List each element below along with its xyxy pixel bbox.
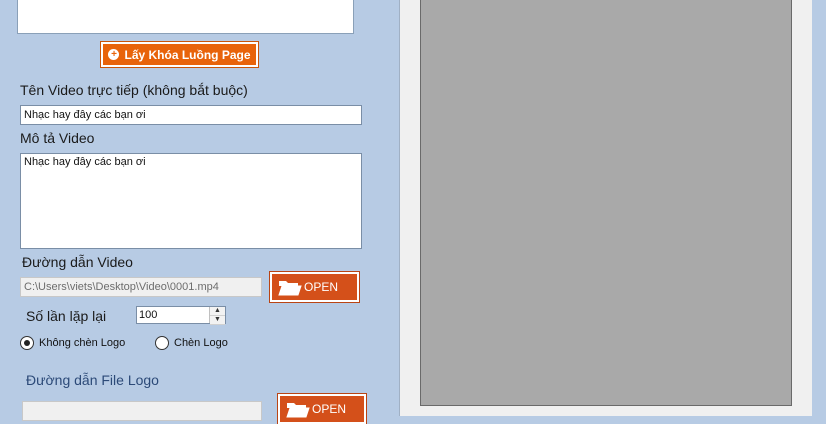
video-preview-area — [420, 0, 792, 406]
increment-arrow-icon[interactable]: ▲ — [210, 307, 225, 316]
insert-logo-radio[interactable] — [155, 336, 169, 350]
get-page-stream-key-button[interactable]: + Lấy Khóa Luồng Page — [100, 41, 259, 68]
video-path-label: Đường dẫn Video — [22, 254, 133, 270]
top-textarea[interactable] — [17, 0, 354, 34]
open-video-button[interactable]: OPEN — [269, 271, 360, 303]
open-logo-label: OPEN — [312, 402, 347, 416]
open-video-label: OPEN — [304, 280, 339, 294]
repeat-count-value[interactable]: 100 — [139, 309, 157, 321]
live-video-name-label: Tên Video trực tiếp (không bắt buộc) — [20, 82, 248, 98]
open-logo-button[interactable]: OPEN — [277, 393, 367, 424]
repeat-count-stepper[interactable]: 100 ▲ ▼ — [136, 306, 226, 325]
live-video-name-input[interactable]: Nhạc hay đây các bạn ơi — [20, 105, 362, 125]
logo-path-label: Đường dẫn File Logo — [26, 372, 159, 388]
window-edge — [812, 0, 826, 413]
folder-icon — [278, 280, 302, 295]
logo-path-input — [22, 401, 262, 421]
decrement-arrow-icon[interactable]: ▼ — [210, 316, 225, 325]
no-logo-label: Không chèn Logo — [39, 337, 126, 349]
no-logo-radio[interactable] — [20, 336, 34, 350]
video-description-label: Mô tả Video — [20, 130, 95, 146]
no-logo-option[interactable]: Không chèn Logo — [20, 336, 125, 350]
plus-circle-icon: + — [108, 49, 120, 60]
get-page-stream-key-label: Lấy Khóa Luồng Page — [124, 47, 251, 62]
insert-logo-option[interactable]: Chèn Logo — [155, 336, 228, 350]
video-description-textarea[interactable]: Nhạc hay đây các bạn ơi — [20, 153, 362, 249]
insert-logo-label: Chèn Logo — [174, 337, 228, 349]
video-path-input: C:\Users\viets\Desktop\Video\0001.mp4 — [20, 277, 262, 297]
folder-icon — [286, 402, 310, 417]
repeat-count-label: Số lần lặp lại — [26, 308, 107, 324]
